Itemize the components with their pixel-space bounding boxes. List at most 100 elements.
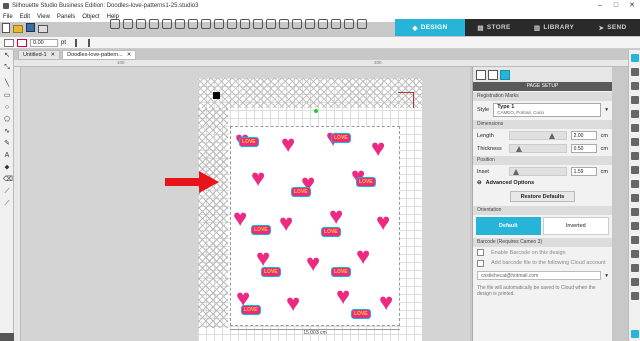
replicate-icon[interactable] [305,19,315,29]
menu-file[interactable]: File [3,14,13,20]
nesting-panel-icon[interactable] [631,236,639,244]
align-icon[interactable] [75,38,85,47]
inset-input[interactable]: 1.59 [570,167,597,176]
library-panel-icon[interactable] [631,68,639,76]
send-back-icon[interactable] [344,19,354,29]
flower-panel-icon[interactable] [631,222,639,230]
rectangle-icon[interactable]: ▭ [3,92,11,100]
new-file-icon[interactable] [2,23,10,33]
close-tab-icon[interactable]: ✕ [51,51,56,59]
save-icon[interactable] [26,23,35,32]
restore-defaults-button[interactable]: Restore Defaults [509,191,576,202]
bring-front-icon[interactable] [331,19,341,29]
lines-panel-icon[interactable] [631,82,639,90]
orientation-default-button[interactable]: Default [476,217,541,235]
distribute-icon[interactable] [88,38,98,47]
send-tab[interactable]: ➤ SEND [585,19,640,36]
freehand-icon[interactable]: ✎ [3,140,11,148]
fill-icon[interactable]: ⬥ [3,164,11,172]
close-button[interactable]: ✕ [624,0,640,11]
menu-object[interactable]: Object [82,14,99,20]
paste-icon[interactable] [136,19,146,29]
curve-icon[interactable]: ∿ [3,128,11,136]
edit-points-panel-icon[interactable] [631,264,639,272]
eyedropper-icon[interactable]: ⟋ [3,200,11,208]
line-icon[interactable]: ╲ [3,80,11,88]
thickness-slider[interactable] [509,144,567,153]
chevron-down-icon[interactable]: ▾ [605,107,608,113]
registration-tab-icon[interactable] [500,69,510,80]
knife-icon[interactable]: ⟋ [3,188,11,196]
collapse-panel-icon[interactable] [0,333,14,341]
line-width-input[interactable]: 0.00 [30,38,58,47]
style-dropdown[interactable]: Type 1 CAMEO, Portrait, Curio [493,103,602,117]
cut-icon[interactable] [110,19,120,29]
align-panel-icon[interactable] [631,208,639,216]
page-setup-icon[interactable] [631,54,639,62]
page-tab-icon[interactable] [476,69,486,80]
add-barcode-checkbox[interactable] [477,260,484,267]
pan-icon[interactable] [214,19,224,29]
ellipse-icon[interactable]: ○ [3,104,11,112]
fill-color-swatch[interactable] [4,38,14,47]
tab-doodles[interactable]: Doodles-love-pattern... ✕ [62,50,137,60]
ungroup-icon[interactable] [240,19,250,29]
replicate-panel-icon[interactable] [631,180,639,188]
redo-icon[interactable] [162,19,172,29]
offset-panel-icon[interactable] [631,152,639,160]
slider-thumb[interactable] [515,146,522,152]
text-style-panel-icon[interactable] [631,292,639,300]
library-tab[interactable]: ▥ LIBRARY [523,19,585,36]
grid-tab-icon[interactable] [488,69,498,80]
sketch-panel-icon[interactable] [631,138,639,146]
zoom-in-icon[interactable] [175,19,185,29]
maximize-button[interactable]: □ [608,0,624,11]
trace-icon[interactable] [318,19,328,29]
love-pattern-image[interactable]: ♥ ♥ ♥ ♥ ♥ ♥ ♥ ♥ ♥ ♥ ♥ ♥ ♥ ♥ ♥ ♥ ♥ ♥ LOVE… [230,126,400,326]
select-icon[interactable]: ↖ [3,52,11,60]
text-icon[interactable]: A [3,152,11,160]
fill-panel-icon[interactable] [631,96,639,104]
offset-icon[interactable] [292,19,302,29]
orientation-inverted-button[interactable]: Inverted [542,217,609,235]
knife-panel-icon[interactable] [631,278,639,286]
store-tab[interactable]: ▤ STORE [465,19,523,36]
rotate-handle[interactable] [314,109,318,113]
gear-icon[interactable] [631,330,639,338]
menu-view[interactable]: View [37,14,50,20]
modify-panel-icon[interactable] [631,194,639,202]
point-edit-icon[interactable]: ⤡ [3,64,11,72]
close-tab-icon[interactable]: ✕ [127,51,132,59]
design-tab[interactable]: ◆ DESIGN [395,19,465,36]
trace-panel-icon[interactable] [631,166,639,174]
delete-icon[interactable] [266,19,276,29]
length-slider[interactable] [509,131,567,140]
weld-icon[interactable] [279,19,289,29]
minimize-button[interactable]: – [592,0,608,11]
menu-edit[interactable]: Edit [20,14,30,20]
menu-panels[interactable]: Panels [57,14,75,20]
shapes-panel-icon[interactable] [631,250,639,258]
length-input[interactable]: 2.00 [570,131,597,140]
slider-thumb[interactable] [512,169,519,175]
zoom-out-icon[interactable] [188,19,198,29]
layers-panel-icon[interactable] [631,124,639,132]
thickness-input[interactable]: 0.50 [570,144,597,153]
zoom-fit-icon[interactable] [201,19,211,29]
open-folder-icon[interactable] [13,25,23,33]
duplicate-icon[interactable] [253,19,263,29]
chevron-down-icon[interactable]: ▾ [605,273,608,279]
tab-untitled-1[interactable]: Untitled-1 ✕ [18,50,61,60]
print-icon[interactable] [38,25,48,33]
line-color-swatch[interactable] [17,38,27,47]
polygon-icon[interactable]: ⬠ [3,116,11,124]
undo-icon[interactable] [149,19,159,29]
account-dropdown[interactable]: cristiehecat@hotmail.com [477,271,602,280]
inset-slider[interactable] [509,167,567,176]
slider-thumb[interactable] [548,133,555,139]
flower-icon[interactable] [357,19,367,29]
enable-barcode-checkbox[interactable] [477,249,484,256]
advanced-options-toggle[interactable]: ⊖ Advanced Options [473,178,612,188]
eraser-icon[interactable]: ⌫ [3,176,13,184]
group-icon[interactable] [227,19,237,29]
